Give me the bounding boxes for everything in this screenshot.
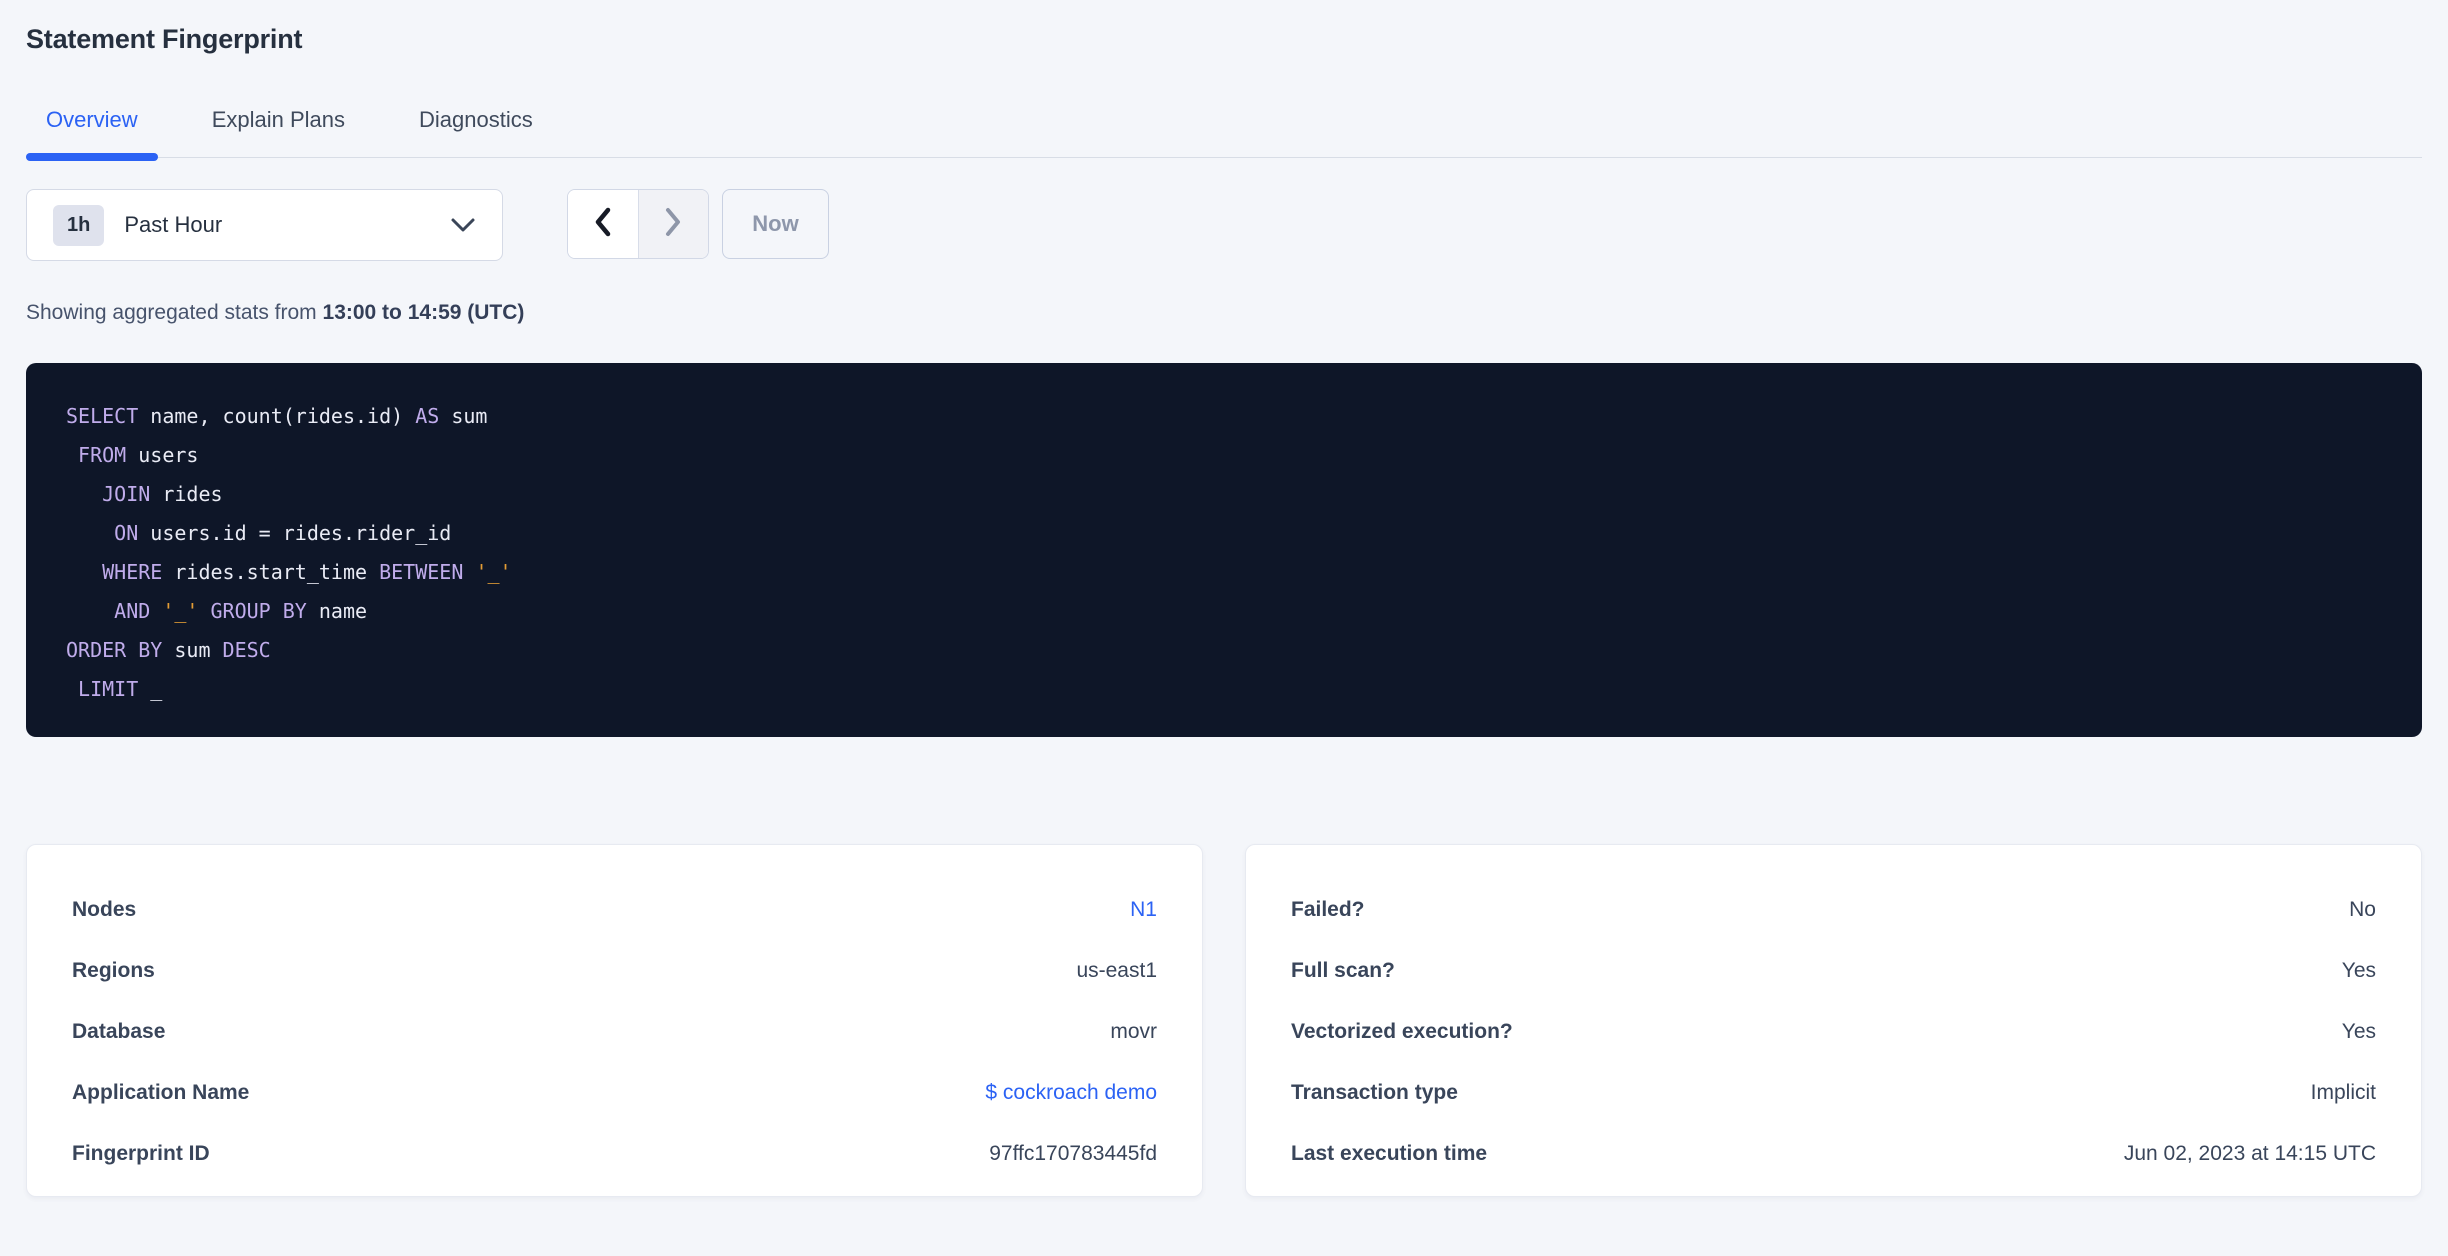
detail-label: Nodes <box>72 897 137 921</box>
sql-text: name <box>306 599 368 623</box>
detail-label: Application Name <box>72 1080 250 1104</box>
detail-row: Application Name $ cockroach demo <box>72 1062 1157 1123</box>
aggregated-stats-range: 13:00 to 14:59 (UTC) <box>322 301 525 324</box>
detail-row: Full scan? Yes <box>1291 940 2376 1001</box>
time-range-badge: 1h <box>53 204 105 246</box>
detail-label: Fingerprint ID <box>72 1141 210 1165</box>
sql-keyword: WHERE <box>102 560 163 584</box>
chevron-down-icon <box>450 217 476 233</box>
time-window-pager <box>567 189 709 259</box>
detail-value: us-east1 <box>1076 958 1157 982</box>
tab-bar: Overview Explain Plans Diagnostics <box>26 107 2422 161</box>
sql-literal: '_' <box>475 560 512 584</box>
detail-value-link[interactable]: $ cockroach demo <box>985 1081 1157 1105</box>
detail-row: Regions us-east1 <box>72 940 1157 1001</box>
detail-label: Failed? <box>1291 897 1365 921</box>
sql-statement: SELECT name, count(rides.id) AS sum FROM… <box>26 363 2422 737</box>
sql-text: sum <box>162 638 223 662</box>
detail-label: Full scan? <box>1291 958 1395 982</box>
sql-text: name, count(rides.id) <box>138 404 416 428</box>
page-title: Statement Fingerprint <box>26 24 303 54</box>
detail-value: Implicit <box>2310 1080 2376 1104</box>
detail-value: movr <box>1110 1019 1157 1043</box>
aggregated-stats-caption: Showing aggregated stats from 13:00 to 1… <box>26 301 2422 325</box>
detail-label: Transaction type <box>1291 1080 1458 1104</box>
sql-keyword: AND <box>114 599 151 623</box>
sql-keyword: ON <box>114 521 139 545</box>
detail-row: Fingerprint ID 97ffc170783445fd <box>72 1123 1157 1184</box>
statement-fingerprint-page: Statement Fingerprint Overview Explain P… <box>0 0 2448 1197</box>
tab-explain-plans[interactable]: Explain Plans <box>192 107 365 157</box>
sql-keyword: FROM <box>78 443 127 467</box>
aggregated-stats-prefix: Showing aggregated stats from <box>26 301 323 324</box>
detail-value: Yes <box>2341 1019 2376 1043</box>
sql-line: FROM users <box>66 436 2382 475</box>
detail-row: Database movr <box>72 1001 1157 1062</box>
statement-details-card: Nodes N1 Regions us-east1 Database movr Applic… <box>26 844 1203 1197</box>
detail-label: Regions <box>72 958 155 982</box>
detail-row: Vectorized execution? Yes <box>1291 1001 2376 1062</box>
detail-value: 97ffc170783445fd <box>989 1141 1157 1165</box>
detail-row: Last execution time Jun 02, 2023 at 14:15… <box>1291 1123 2376 1184</box>
detail-label: Database <box>72 1019 166 1043</box>
sql-text: users <box>126 443 199 467</box>
sql-keyword: DESC <box>222 638 271 662</box>
chevron-right-icon <box>661 205 685 244</box>
time-range-dropdown[interactable]: 1h Past Hour <box>26 189 503 261</box>
sql-line: SELECT name, count(rides.id) AS sum <box>66 397 2382 436</box>
detail-row: Nodes N1 <box>72 879 1157 940</box>
now-button[interactable]: Now <box>722 189 829 259</box>
sql-keyword: GROUP BY <box>210 599 307 623</box>
sql-keyword: JOIN <box>102 482 151 506</box>
detail-label: Last execution time <box>1291 1141 1488 1165</box>
chevron-left-icon <box>591 205 615 244</box>
sql-line: JOIN rides <box>66 475 2382 514</box>
sql-literal: '_' <box>162 599 199 623</box>
sql-text: sum <box>439 404 488 428</box>
sql-text: rides.start_time <box>162 560 380 584</box>
sql-line: WHERE rides.start_time BETWEEN '_' <box>66 553 2382 592</box>
sql-keyword: BETWEEN <box>379 560 464 584</box>
sql-text: users.id = rides.rider_id <box>138 521 452 545</box>
previous-interval-button[interactable] <box>568 190 639 258</box>
tab-diagnostics[interactable]: Diagnostics <box>399 107 553 157</box>
summary-cards: Nodes N1 Regions us-east1 Database movr Applic… <box>26 844 2422 1197</box>
sql-keyword: ORDER BY <box>66 638 163 662</box>
time-range-label: Past Hour <box>124 212 223 237</box>
execution-attributes-card: Failed? No Full scan? Yes Vectorized executi… <box>1245 844 2422 1197</box>
tab-overview[interactable]: Overview <box>26 107 158 161</box>
sql-keyword: LIMIT <box>78 677 139 701</box>
detail-value: Yes <box>2341 958 2376 982</box>
sql-line: LIMIT _ <box>66 670 2382 709</box>
time-controls: 1h Past Hour Now <box>26 189 2422 261</box>
sql-text: _ <box>138 677 163 701</box>
sql-line: ORDER BY sum DESC <box>66 631 2382 670</box>
detail-label: Vectorized execution? <box>1291 1019 1513 1043</box>
detail-row: Transaction type Implicit <box>1291 1062 2376 1123</box>
sql-line: ON users.id = rides.rider_id <box>66 514 2382 553</box>
sql-line: AND '_' GROUP BY name <box>66 592 2382 631</box>
detail-value: No <box>2349 897 2376 921</box>
next-interval-button[interactable] <box>638 190 708 258</box>
detail-value-link[interactable]: N1 <box>1130 898 1157 922</box>
detail-value: Jun 02, 2023 at 14:15 UTC <box>2123 1141 2376 1165</box>
sql-keyword: SELECT <box>66 404 139 428</box>
detail-row: Failed? No <box>1291 879 2376 940</box>
sql-text: rides <box>150 482 223 506</box>
sql-keyword: AS <box>415 404 440 428</box>
